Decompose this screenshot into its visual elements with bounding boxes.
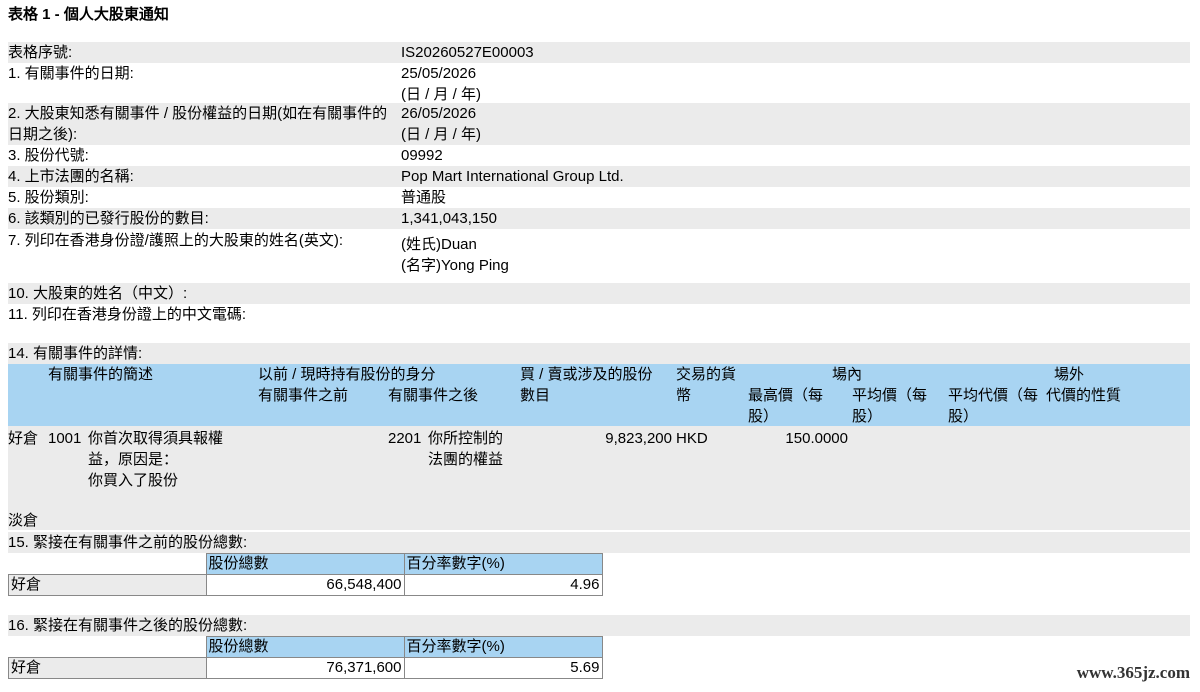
field-label: 3. 股份代號:: [8, 147, 89, 164]
field-corp-name: 4. 上市法團的名稱: Pop Mart International Group…: [8, 166, 1190, 187]
before-total-table: 股份總數 百分率數字(%) 好倉 66,548,400 4.96: [8, 553, 603, 596]
field-chinese-code: 11. 列印在香港身份證上的中文電碼:: [8, 304, 1190, 325]
header-high-price: 最高價（每 股）: [748, 387, 824, 425]
header-off-exchange: 場外: [1054, 366, 1085, 383]
field-value: 普通股: [401, 189, 447, 206]
field-label: 5. 股份類別:: [8, 189, 89, 206]
field-label: 6. 該類別的已發行股份的數目:: [8, 210, 209, 227]
total-shares: 76,371,600: [205, 657, 405, 679]
field-value: 25/05/2026 (日 / 月 / 年): [401, 65, 481, 103]
field-label: 2. 大股東知悉有關事件 / 股份權益的日期(如在有關事件的日期之後):: [8, 105, 388, 143]
event-table-header: 有關事件的簡述 以前 / 現時持有股份的身分 有關事件之前 有關事件之後 買 /…: [8, 364, 1190, 426]
field-issued-shares: 6. 該類別的已發行股份的數目: 1,341,043,150: [8, 208, 1190, 229]
header-avg-price: 平均價（每 股）: [852, 387, 928, 425]
section-label: 15. 緊接在有關事件之前的股份總數:: [8, 534, 248, 551]
field-value: 1,341,043,150: [401, 210, 497, 227]
field-event-details: 14. 有關事件的詳情:: [8, 343, 1190, 364]
section-before-total: 15. 緊接在有關事件之前的股份總數:: [8, 532, 1190, 553]
field-aware-date: 2. 大股東知悉有關事件 / 股份權益的日期(如在有關事件的日期之後): 26/…: [8, 103, 1190, 145]
total-shares: 66,548,400: [205, 574, 405, 596]
field-label: 14. 有關事件的詳情:: [8, 345, 143, 362]
field-label: 表格序號:: [8, 44, 73, 61]
field-label: 10. 大股東的姓名（中文）:: [8, 285, 188, 302]
field-value: 26/05/2026 (日 / 月 / 年): [401, 105, 481, 143]
event-table-body: 好倉 1001 你首次取得須具報權 益，原因是： 你買入了股份 2201 你所控…: [8, 426, 1190, 530]
capacity-after: 你所控制的 法團的權益: [428, 430, 504, 468]
field-chinese-name: 10. 大股東的姓名（中文）:: [8, 283, 1190, 304]
header-on-exchange: 場內: [832, 366, 863, 383]
field-label: 1. 有關事件的日期:: [8, 65, 134, 82]
after-total-table: 股份總數 百分率數字(%) 好倉 76,371,600 5.69: [8, 636, 603, 679]
shares-involved: 9,823,200: [605, 430, 672, 447]
col-shares-header: 股份總數: [205, 636, 405, 658]
field-value: Pop Mart International Group Ltd.: [401, 168, 624, 185]
field-value: IS20260527E00003: [401, 44, 534, 61]
header-desc: 有關事件的簡述: [48, 366, 154, 383]
field-label: 11. 列印在香港身份證上的中文電碼:: [8, 306, 247, 323]
long-position-label: 好倉: [8, 430, 39, 447]
row-label: 好倉: [8, 574, 207, 596]
currency: HKD: [676, 430, 708, 447]
short-position-label: 淡倉: [8, 512, 39, 529]
header-before: 有關事件之前: [258, 387, 349, 404]
event-desc: 你首次取得須具報權 益，原因是： 你買入了股份: [88, 430, 224, 489]
field-english-name: 7. 列印在香港身份證/護照上的大股東的姓名(英文): (姓氏)Duan (名字…: [8, 230, 1190, 276]
total-pct: 4.96: [403, 574, 603, 596]
header-capacity: 以前 / 現時持有股份的身分: [258, 366, 436, 383]
field-form-serial: 表格序號: IS20260527E00003: [8, 42, 1190, 63]
col-pct-header: 百分率數字(%): [403, 553, 603, 575]
header-avg-consideration: 平均代價（每 股）: [948, 387, 1039, 425]
field-event-date: 1. 有關事件的日期: 25/05/2026 (日 / 月 / 年): [8, 63, 1190, 105]
header-currency: 交易的貨 幣: [676, 366, 737, 404]
form-title: 表格 1 - 個人大股東通知: [8, 6, 169, 23]
capacity-code-after: 2201: [388, 430, 422, 447]
field-value: (姓氏)Duan (名字)Yong Ping: [401, 236, 509, 274]
col-pct-header: 百分率數字(%): [403, 636, 603, 658]
header-after: 有關事件之後: [388, 387, 479, 404]
row-label: 好倉: [8, 657, 207, 679]
col-shares-header: 股份總數: [205, 553, 405, 575]
highest-price: 150.0000: [785, 430, 848, 447]
section-label: 16. 緊接在有關事件之後的股份總數:: [8, 617, 248, 634]
field-value: 09992: [401, 147, 443, 164]
header-nature: 代價的性質: [1046, 387, 1122, 404]
field-share-class: 5. 股份類別: 普通股: [8, 187, 1190, 208]
total-pct: 5.69: [403, 657, 603, 679]
field-label: 7. 列印在香港身份證/護照上的大股東的姓名(英文):: [8, 232, 344, 249]
watermark: www.365jz.com: [1076, 663, 1190, 682]
section-after-total: 16. 緊接在有關事件之後的股份總數:: [8, 615, 1190, 636]
event-code: 1001: [48, 430, 82, 447]
field-stock-code: 3. 股份代號: 09992: [8, 145, 1190, 166]
header-shares: 買 / 賣或涉及的股份 數目: [520, 366, 653, 404]
field-label: 4. 上市法團的名稱:: [8, 168, 134, 185]
